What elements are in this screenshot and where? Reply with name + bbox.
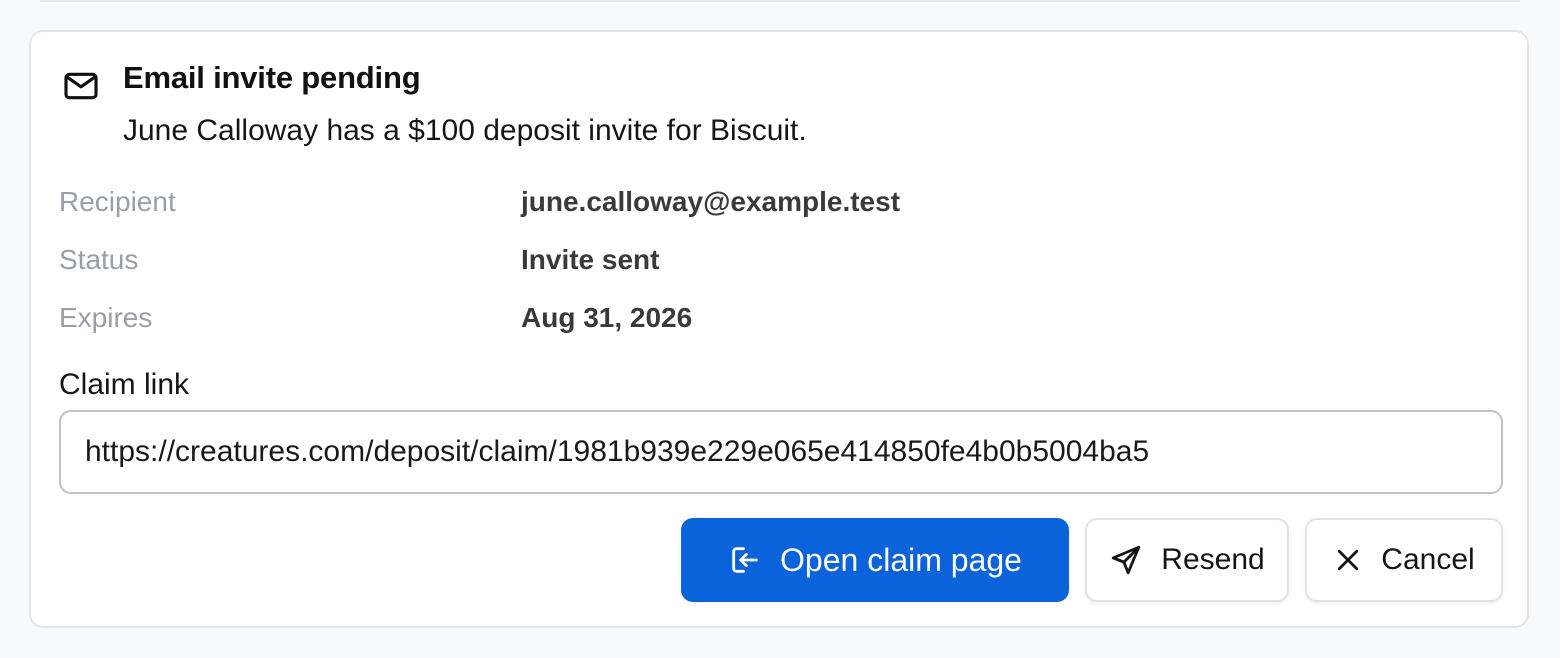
expires-label: Expires bbox=[59, 302, 153, 333]
open-claim-page-button[interactable]: Open claim page bbox=[681, 518, 1069, 602]
send-icon bbox=[1109, 543, 1143, 577]
claim-link-field[interactable] bbox=[59, 410, 1503, 494]
open-claim-page-label: Open claim page bbox=[780, 541, 1022, 578]
claim-link-label: Claim link bbox=[59, 368, 190, 401]
resend-button[interactable]: Resend bbox=[1085, 518, 1289, 602]
recipient-value: june.calloway@example.test bbox=[521, 186, 901, 217]
recipient-label: Recipient bbox=[59, 186, 176, 217]
cancel-button[interactable]: Cancel bbox=[1305, 518, 1503, 602]
top-divider bbox=[40, 0, 1520, 2]
invite-description: June Calloway has a $100 deposit invite … bbox=[123, 114, 807, 147]
invite-title: Email invite pending bbox=[123, 60, 421, 95]
mail-icon bbox=[61, 66, 101, 106]
invite-card: Email invite pending June Calloway has a… bbox=[29, 30, 1529, 628]
resend-label: Resend bbox=[1161, 543, 1265, 576]
cancel-label: Cancel bbox=[1381, 543, 1475, 576]
sign-in-icon bbox=[728, 543, 762, 577]
close-icon bbox=[1333, 545, 1363, 575]
status-label: Status bbox=[59, 244, 139, 275]
expires-value: Aug 31, 2026 bbox=[521, 302, 693, 333]
status-value: Invite sent bbox=[521, 244, 660, 275]
